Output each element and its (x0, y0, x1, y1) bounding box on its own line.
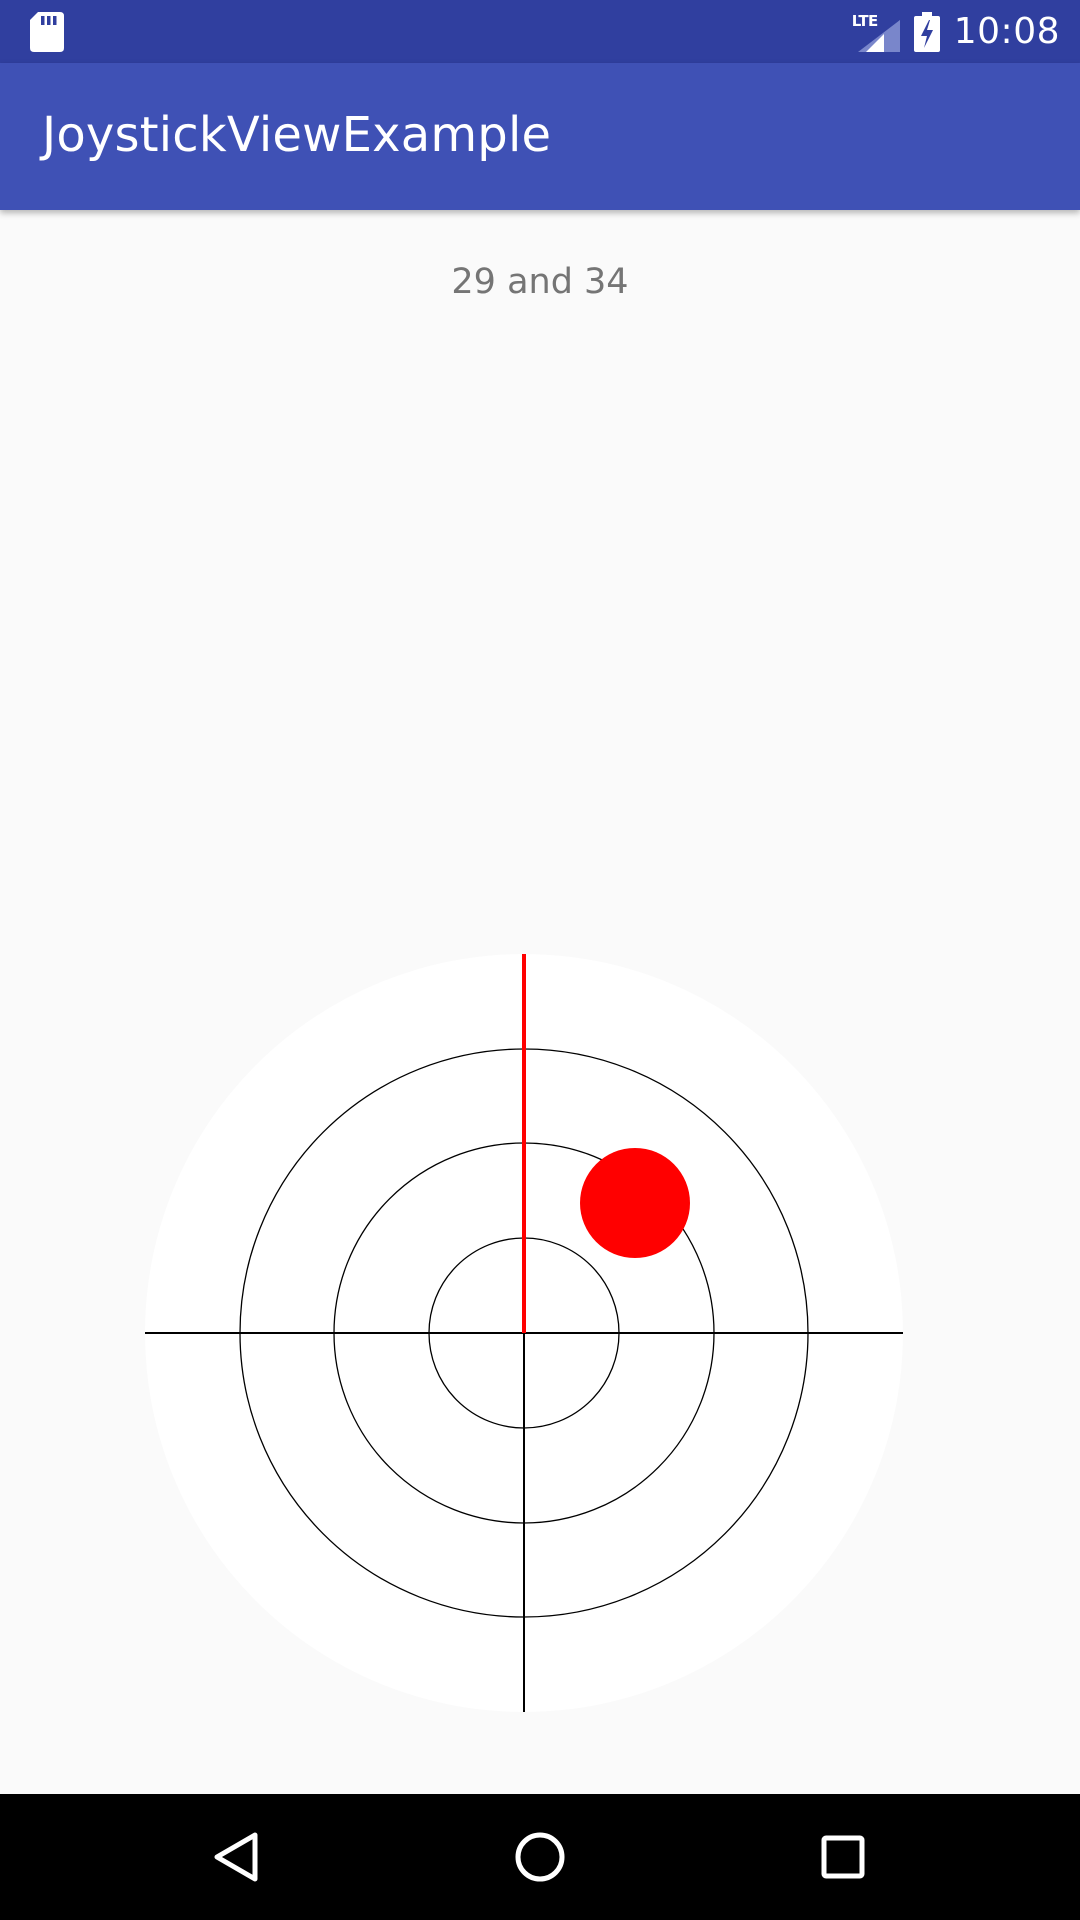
network-indicator: LTE (852, 12, 900, 52)
joystick-readout: 29 and 34 (451, 262, 629, 302)
navigation-bar (0, 1794, 1080, 1920)
status-bar: LTE 10:08 (0, 0, 1080, 63)
back-icon (214, 1832, 258, 1882)
signal-icon (857, 19, 900, 52)
sd-card-icon (30, 12, 64, 52)
recents-icon (821, 1835, 865, 1879)
app-bar: JoystickViewExample (0, 63, 1080, 210)
recents-button[interactable] (808, 1822, 878, 1892)
status-clock: 10:08 (953, 11, 1060, 52)
home-icon (515, 1832, 565, 1882)
joystick-touch-area[interactable] (145, 954, 903, 1712)
home-button[interactable] (505, 1822, 575, 1892)
app-title: JoystickViewExample (42, 107, 552, 163)
back-button[interactable] (201, 1822, 271, 1892)
battery-charging-icon (913, 11, 940, 52)
